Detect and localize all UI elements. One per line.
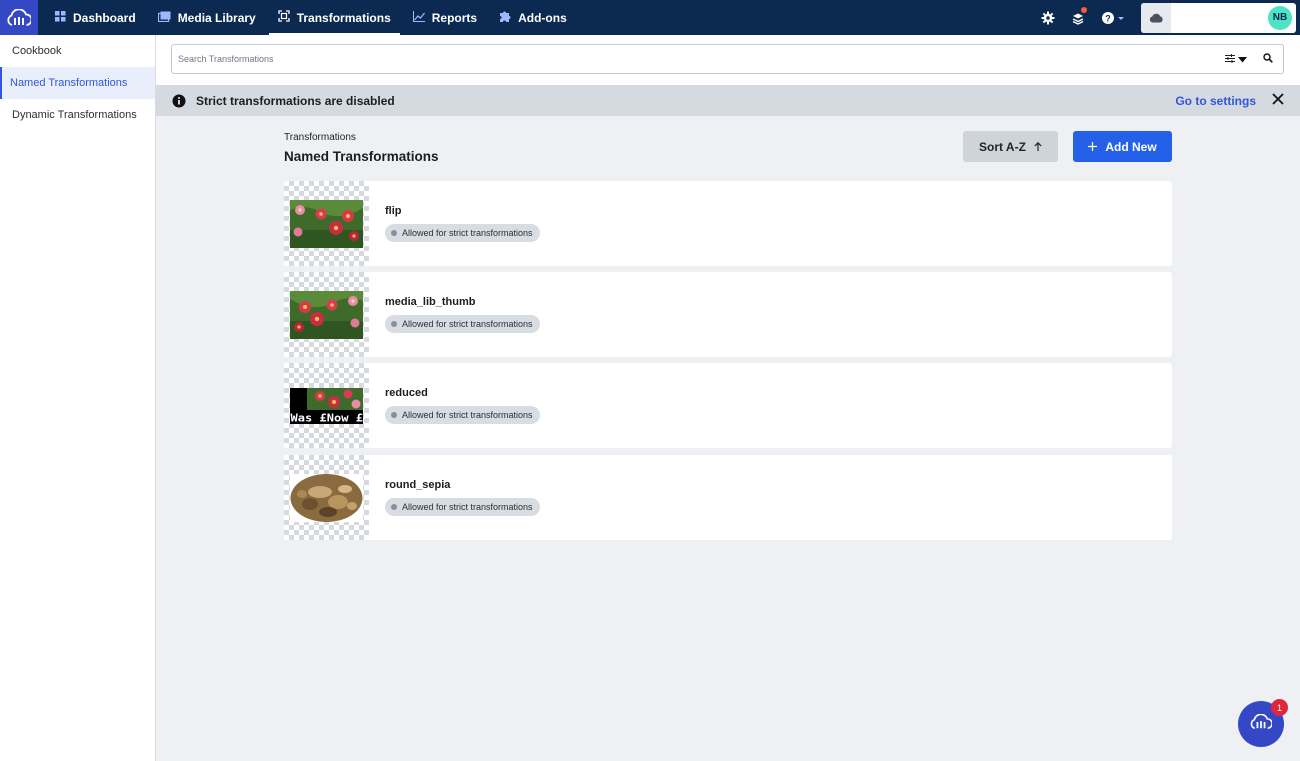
cloudinary-logo-icon[interactable] — [0, 0, 38, 35]
nav-addons[interactable]: Add-ons — [490, 0, 576, 35]
transformations-icon — [278, 10, 290, 25]
thumbnail-flip — [284, 181, 369, 266]
search-area — [156, 35, 1300, 85]
sort-button[interactable]: Sort A-Z — [963, 131, 1058, 162]
badge-label: Allowed for strict transformations — [402, 502, 533, 512]
filter-button[interactable] — [1219, 45, 1253, 73]
chevron-down-icon — [1238, 50, 1247, 68]
search-input[interactable] — [172, 45, 1219, 73]
cloudinary-chat-icon — [1250, 713, 1273, 735]
transformation-card[interactable]: Was £Now £ reduced Allowed for strict tr… — [284, 363, 1172, 448]
nav-media-library[interactable]: Media Library — [149, 0, 265, 35]
sidebar-item-cookbook[interactable]: Cookbook — [0, 35, 155, 67]
svg-text:?: ? — [1105, 13, 1111, 23]
plus-icon — [1088, 140, 1098, 154]
notifications-icon[interactable] — [1063, 0, 1093, 35]
transformation-name[interactable]: round_sepia — [385, 479, 450, 491]
banner-text: Strict transformations are disabled — [196, 93, 395, 108]
status-dot-icon — [391, 412, 397, 418]
transformation-name[interactable]: media_lib_thumb — [385, 296, 475, 308]
transformation-name[interactable]: flip — [385, 205, 402, 217]
add-new-label: Add New — [1105, 139, 1157, 154]
nav-media-library-label: Media Library — [177, 10, 256, 25]
top-right-controls: ? NB — [1033, 0, 1300, 35]
page-title: Named Transformations — [284, 149, 439, 164]
reports-icon — [412, 10, 425, 25]
filter-sliders-icon — [1225, 50, 1235, 68]
search-icon — [1263, 50, 1273, 68]
nav-transformations-label: Transformations — [296, 10, 391, 25]
cloud-icon — [1141, 2, 1171, 33]
status-badge: Allowed for strict transformations — [385, 315, 540, 333]
transformation-card[interactable]: round_sepia Allowed for strict transform… — [284, 455, 1172, 540]
search-button[interactable] — [1253, 45, 1283, 73]
dashboard-icon — [55, 10, 66, 25]
nav-dashboard[interactable]: Dashboard — [46, 0, 145, 35]
go-to-settings-link[interactable]: Go to settings — [1175, 94, 1256, 108]
notification-dot-icon — [1081, 7, 1087, 13]
sidebar-item-dynamic-transformations[interactable]: Dynamic Transformations — [0, 99, 155, 131]
chat-notification-badge: 1 — [1271, 699, 1288, 716]
close-banner-button[interactable] — [1256, 85, 1300, 116]
status-badge: Allowed for strict transformations — [385, 224, 540, 242]
media-library-icon — [157, 11, 171, 25]
account-switcher[interactable]: NB — [1141, 2, 1296, 33]
thumbnail-reduced: Was £Now £ — [284, 363, 369, 448]
top-navigation-bar: Dashboard Media Library Transformations … — [0, 0, 1300, 35]
help-menu[interactable]: ? — [1093, 0, 1133, 35]
nav-reports-label: Reports — [431, 10, 478, 25]
search-box — [171, 44, 1284, 74]
settings-gear-icon[interactable] — [1033, 0, 1063, 35]
thumbnail-media-lib-thumb — [284, 272, 369, 357]
sort-label: Sort A-Z — [979, 139, 1026, 154]
main-nav: Dashboard Media Library Transformations … — [46, 0, 580, 35]
status-dot-icon — [391, 230, 397, 236]
addons-icon — [499, 10, 511, 25]
nav-dashboard-label: Dashboard — [73, 10, 136, 25]
badge-label: Allowed for strict transformations — [402, 319, 533, 329]
status-dot-icon — [391, 321, 397, 327]
nav-addons-label: Add-ons — [518, 10, 567, 25]
badge-label: Allowed for strict transformations — [402, 410, 533, 420]
add-new-button[interactable]: Add New — [1073, 131, 1172, 162]
arrow-up-icon — [1034, 140, 1042, 154]
sidebar: Cookbook Named Transformations Dynamic T… — [0, 35, 156, 761]
close-icon — [1272, 92, 1284, 110]
transformation-card[interactable]: media_lib_thumb Allowed for strict trans… — [284, 272, 1172, 357]
info-icon — [172, 94, 186, 108]
user-avatar[interactable]: NB — [1268, 5, 1292, 30]
transformation-card[interactable]: flip Allowed for strict transformations — [284, 181, 1172, 266]
sidebar-item-named-transformations[interactable]: Named Transformations — [0, 67, 155, 99]
status-badge: Allowed for strict transformations — [385, 406, 540, 424]
breadcrumb[interactable]: Transformations — [284, 132, 356, 143]
thumbnail-round-sepia — [284, 455, 369, 540]
strict-transformations-banner: Strict transformations are disabled Go t… — [156, 85, 1300, 116]
nav-transformations[interactable]: Transformations — [268, 0, 400, 35]
status-dot-icon — [391, 504, 397, 510]
thumbnail-overlay-text: Was £Now £ — [291, 412, 364, 425]
status-badge: Allowed for strict transformations — [385, 498, 540, 516]
badge-label: Allowed for strict transformations — [402, 228, 533, 238]
transformation-name[interactable]: reduced — [385, 387, 428, 399]
nav-reports[interactable]: Reports — [404, 0, 486, 35]
